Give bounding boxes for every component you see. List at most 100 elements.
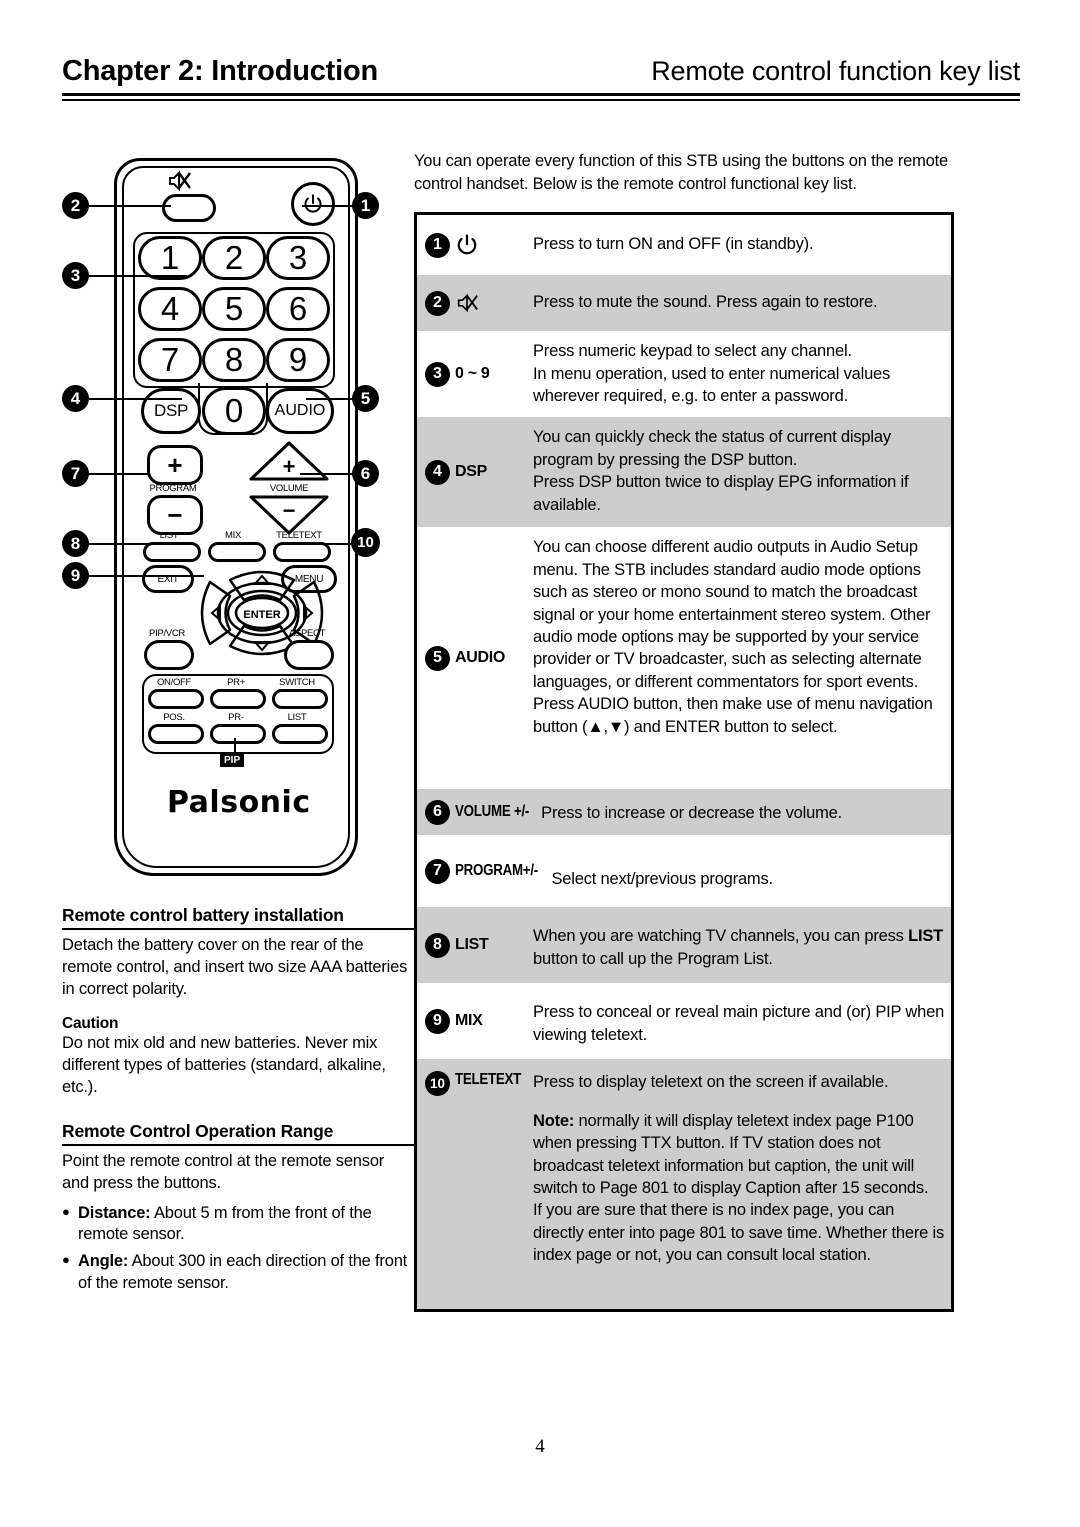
mute-icon	[166, 168, 192, 194]
callout-9: 9	[62, 562, 89, 589]
key-pip-vcr[interactable]	[144, 640, 194, 670]
row-key-label: DSP	[455, 463, 487, 481]
power-icon	[455, 233, 479, 257]
key-list-2[interactable]	[272, 724, 328, 744]
row-description: You can choose different audio outputs i…	[533, 538, 933, 736]
key-8[interactable]: 8	[202, 338, 266, 382]
mute-button[interactable]	[162, 194, 216, 222]
table-row: 6 VOLUME +/- Press to increase or decrea…	[417, 789, 951, 836]
key-switch[interactable]	[272, 689, 328, 709]
list-item: ● Angle: About 300 in each direction of …	[62, 1251, 414, 1295]
row-key-label: PROGRAM+/-	[455, 862, 538, 880]
remote-control-diagram: 2 3 4 7 8 9 1 5 6 10 1 2 3 4 5 6 7 8 9 0…	[62, 140, 414, 895]
battery-heading: Remote control battery installation	[62, 905, 414, 930]
key-1[interactable]: 1	[138, 236, 202, 280]
callout-lead-7	[89, 473, 149, 475]
row-number-badge: 10	[425, 1071, 450, 1097]
key-6[interactable]: 6	[266, 287, 330, 331]
callout-6: 6	[352, 460, 379, 487]
key-exit[interactable]: EXIT	[142, 565, 194, 593]
key-program-plus[interactable]: +	[147, 445, 203, 485]
key-volume-up[interactable]: +	[248, 440, 330, 482]
teletext-note: Note: normally it will display teletext …	[533, 1111, 945, 1265]
key-2[interactable]: 2	[202, 236, 266, 280]
section-title: Remote control function key list	[651, 56, 1020, 86]
mute-icon	[455, 291, 479, 315]
key-audio[interactable]: AUDIO	[266, 388, 334, 434]
key-pr-minus[interactable]	[210, 724, 266, 744]
table-row: 9 MIX Press to conceal or reveal main pi…	[417, 983, 951, 1059]
teletext-desc: Press to display teletext on the screen …	[533, 1073, 889, 1092]
row-number-badge: 9	[425, 1008, 450, 1034]
row-number-badge: 3	[425, 361, 450, 387]
key-9[interactable]: 9	[266, 338, 330, 382]
key-3[interactable]: 3	[266, 236, 330, 280]
callout-lead-8	[89, 543, 189, 545]
row-key-cell: 1	[417, 215, 533, 275]
note-label: Note:	[533, 1111, 575, 1130]
callout-lead-6	[300, 473, 354, 475]
brand-logo: Palsonic	[167, 785, 311, 820]
key-aspect[interactable]	[284, 640, 334, 670]
key-5[interactable]: 5	[202, 287, 266, 331]
callout-lead-1	[302, 205, 354, 207]
row-key-label: TELETEXT	[455, 1071, 522, 1089]
bullet-label: Distance:	[78, 1203, 151, 1222]
function-key-table: 1 Press to turn ON and OFF (in standby).…	[414, 212, 954, 1313]
page-header: Chapter 2: Introduction Remote control f…	[62, 55, 1020, 101]
row-description: Select next/previous programs.	[551, 869, 773, 888]
callout-4: 4	[62, 385, 89, 412]
pip-tag: PIP	[220, 754, 245, 767]
pip-connector	[234, 738, 236, 756]
key-on-off[interactable]	[148, 689, 204, 709]
svg-text:−: −	[283, 498, 296, 523]
row-description: Press to conceal or reveal main picture …	[533, 1003, 945, 1044]
label-pip-vcr: PIP/VCR	[149, 628, 185, 639]
callout-lead-10	[306, 543, 354, 545]
range-heading: Remote Control Operation Range	[62, 1121, 414, 1146]
range-body: Point the remote control at the remote s…	[62, 1151, 385, 1192]
table-row: 7 PROGRAM+/- Select next/previous progra…	[417, 835, 951, 907]
key-7[interactable]: 7	[138, 338, 202, 382]
callout-3: 3	[62, 262, 89, 289]
row-number-badge: 8	[425, 932, 450, 958]
table-row: 4 DSP You can quickly check the status o…	[417, 417, 951, 528]
list-item: ● Distance: About 5 m from the front of …	[62, 1203, 414, 1247]
row-key-label: VOLUME +/-	[455, 803, 530, 821]
key-4[interactable]: 4	[138, 287, 202, 331]
callout-5: 5	[352, 385, 379, 412]
key-program-minus[interactable]: −	[147, 495, 203, 535]
row-description: Press to display teletext on the screen …	[533, 1059, 951, 1309]
label-volume: VOLUME	[269, 483, 309, 494]
row-description: Press to increase or decrease the volume…	[541, 804, 843, 823]
callout-7: 7	[62, 460, 89, 487]
table-row: 10 TELETEXT Press to display teletext on…	[417, 1059, 951, 1310]
callout-lead-5	[306, 398, 354, 400]
row-description: Press to mute the sound. Press again to …	[533, 293, 878, 312]
battery-section: Remote control battery installation Deta…	[62, 905, 414, 1099]
key-dsp[interactable]: DSP	[141, 388, 201, 434]
power-button[interactable]	[291, 182, 335, 226]
row-description: Press to turn ON and OFF (in standby).	[533, 235, 814, 254]
table-row: 2 Press to mute the sound. Press again t…	[417, 275, 951, 332]
key-0[interactable]: 0	[202, 387, 266, 435]
row-key-cell: 2	[417, 275, 533, 331]
key-volume-down[interactable]: −	[248, 494, 330, 536]
page-number: 4	[535, 1436, 545, 1457]
chapter-title: Chapter 2: Introduction	[62, 55, 379, 87]
row-key-cell: 10 TELETEXT	[417, 1059, 533, 1309]
key-pos[interactable]	[148, 724, 204, 744]
range-bullets: ● Distance: About 5 m from the front of …	[62, 1203, 414, 1296]
key-pr-plus[interactable]	[210, 689, 266, 709]
callout-lead-9	[89, 575, 204, 577]
callout-lead-3	[89, 275, 187, 277]
row-key-label: 0 ~ 9	[455, 365, 490, 383]
row-description: You can quickly check the status of curr…	[533, 428, 909, 514]
row-key-label: MIX	[455, 1012, 483, 1030]
row-description: Press numeric keypad to select any chann…	[533, 342, 891, 406]
right-column: You can operate every function of this S…	[414, 150, 960, 1313]
row-number-badge: 4	[425, 459, 450, 485]
row-key-cell: 9 MIX	[417, 983, 533, 1059]
row-number-badge: 7	[425, 858, 450, 884]
row-key-label: LIST	[455, 936, 489, 954]
